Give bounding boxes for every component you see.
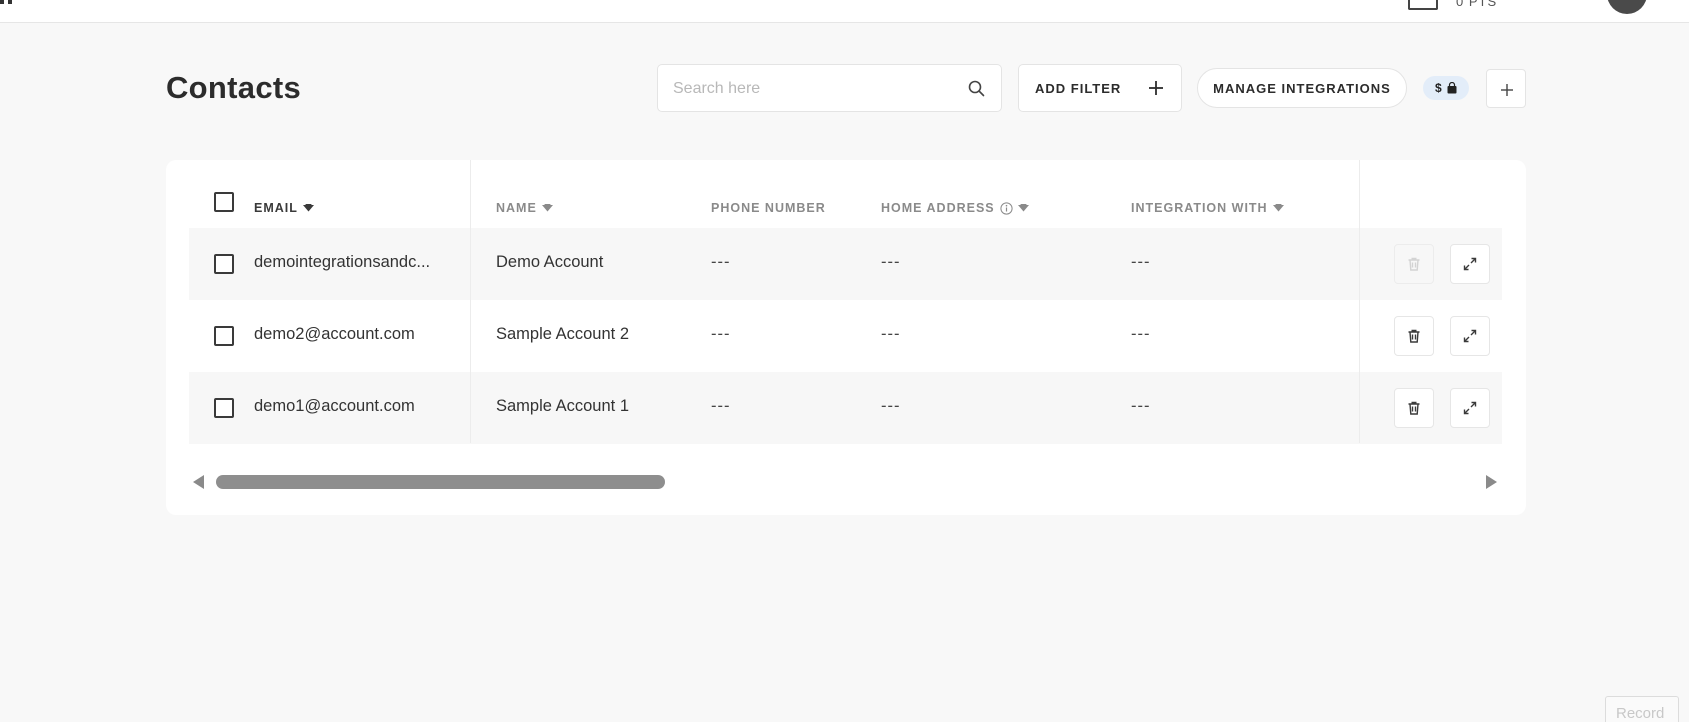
- email-cell: demointegrationsandc...: [254, 253, 431, 271]
- add-filter-label: ADD FILTER: [1035, 81, 1122, 96]
- name-cell: Sample Account 1: [496, 397, 629, 415]
- integration-cell: ---: [1131, 253, 1151, 271]
- trash-icon: [1408, 401, 1420, 415]
- column-header-email-label: EMAIL: [254, 201, 298, 215]
- points-badge[interactable]: $: [1423, 76, 1469, 100]
- row-checkbox[interactable]: [214, 398, 234, 418]
- points-symbol: $: [1435, 81, 1442, 95]
- scroll-right-arrow-icon[interactable]: [1486, 475, 1497, 489]
- search-box[interactable]: [657, 64, 1002, 112]
- sort-down-icon[interactable]: [541, 204, 553, 212]
- column-header-phone: PHONE NUMBER: [711, 201, 826, 215]
- trash-icon: [1408, 329, 1420, 343]
- info-icon[interactable]: [1000, 201, 1013, 215]
- column-header-name[interactable]: NAME: [496, 201, 553, 215]
- email-cell: demo1@account.com: [254, 397, 415, 415]
- expand-icon: [1463, 329, 1477, 343]
- address-cell: ---: [881, 325, 901, 343]
- scroll-left-arrow-icon[interactable]: [193, 475, 204, 489]
- plus-icon: [1501, 84, 1513, 96]
- column-divider: [1359, 160, 1360, 443]
- shopping-bag-icon: [1447, 82, 1457, 94]
- manage-integrations-button[interactable]: MANAGE INTEGRATIONS: [1197, 68, 1407, 108]
- column-header-address-label: HOME ADDRESS: [881, 201, 995, 215]
- delete-button[interactable]: [1394, 388, 1434, 428]
- add-contact-button[interactable]: [1486, 69, 1526, 108]
- phone-cell: ---: [711, 325, 731, 343]
- integration-cell: ---: [1131, 397, 1151, 415]
- sort-down-icon[interactable]: [302, 204, 314, 212]
- add-filter-button[interactable]: ADD FILTER: [1018, 64, 1182, 112]
- menu-icon[interactable]: [0, 0, 18, 6]
- sort-down-icon[interactable]: [1017, 204, 1029, 212]
- plus-icon: [1149, 81, 1163, 95]
- search-icon[interactable]: [968, 80, 985, 97]
- page-title: Contacts: [166, 70, 302, 105]
- integration-cell: ---: [1131, 325, 1151, 343]
- table-row[interactable]: demo1@account.com Sample Account 1 --- -…: [189, 372, 1502, 444]
- row-checkbox[interactable]: [214, 326, 234, 346]
- table-row[interactable]: demo2@account.com Sample Account 2 --- -…: [189, 300, 1502, 372]
- record-button[interactable]: Record: [1605, 696, 1679, 722]
- avatar[interactable]: [1607, 0, 1647, 14]
- expand-button[interactable]: [1450, 388, 1490, 428]
- column-header-name-label: NAME: [496, 201, 537, 215]
- address-cell: ---: [881, 253, 901, 271]
- horizontal-scrollbar[interactable]: [189, 472, 1502, 490]
- cart-icon[interactable]: [1408, 0, 1438, 10]
- expand-button[interactable]: [1450, 316, 1490, 356]
- name-cell: Sample Account 2: [496, 325, 629, 343]
- scrollbar-thumb[interactable]: [216, 475, 665, 489]
- row-checkbox[interactable]: [214, 254, 234, 274]
- top-bar: 0 PTS: [0, 0, 1689, 23]
- expand-icon: [1463, 257, 1477, 271]
- column-header-integration-label: INTEGRATION WITH: [1131, 201, 1268, 215]
- points-counter: 0 PTS: [1456, 0, 1498, 9]
- phone-cell: ---: [711, 253, 731, 271]
- column-divider: [470, 160, 471, 443]
- column-header-phone-label: PHONE NUMBER: [711, 201, 826, 215]
- expand-icon: [1463, 401, 1477, 415]
- manage-integrations-label: MANAGE INTEGRATIONS: [1213, 81, 1391, 96]
- sort-down-icon[interactable]: [1272, 204, 1284, 212]
- column-header-address[interactable]: HOME ADDRESS: [881, 201, 1029, 215]
- address-cell: ---: [881, 397, 901, 415]
- trash-icon: [1408, 257, 1420, 271]
- column-header-integration[interactable]: INTEGRATION WITH: [1131, 201, 1284, 215]
- table-row[interactable]: demointegrationsandc... Demo Account ---…: [189, 228, 1502, 300]
- delete-button[interactable]: [1394, 316, 1434, 356]
- email-cell: demo2@account.com: [254, 325, 415, 343]
- expand-button[interactable]: [1450, 244, 1490, 284]
- select-all-checkbox[interactable]: [214, 192, 234, 212]
- phone-cell: ---: [711, 397, 731, 415]
- record-label: Record: [1616, 705, 1665, 722]
- search-input[interactable]: [673, 77, 963, 101]
- name-cell: Demo Account: [496, 253, 604, 271]
- contacts-table: EMAIL NAME PHONE NUMBER HOME ADDRESS INT…: [166, 160, 1526, 515]
- column-header-email[interactable]: EMAIL: [254, 201, 314, 215]
- delete-button: [1394, 244, 1434, 284]
